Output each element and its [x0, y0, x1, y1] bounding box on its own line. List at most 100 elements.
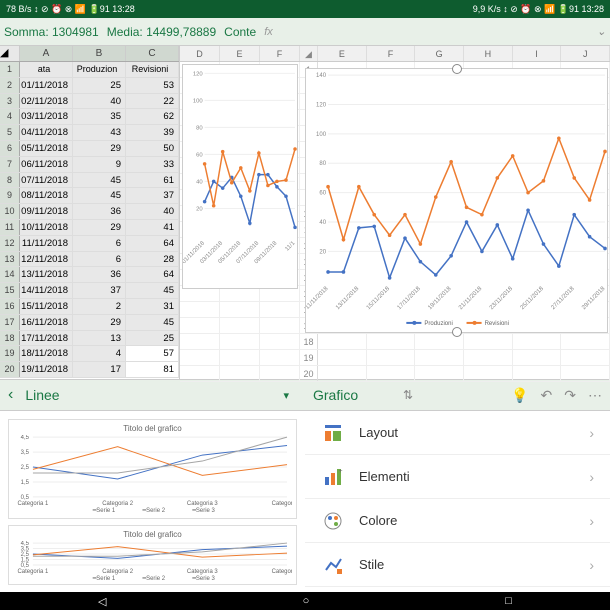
android-nav-bar: ◁ ○ □ [0, 592, 610, 610]
svg-text:21/11/2018: 21/11/2018 [458, 286, 484, 312]
table-row[interactable]: 605/11/20182950 [0, 141, 179, 157]
svg-text:25/11/2018: 25/11/2018 [520, 286, 546, 312]
table-row[interactable]: 1817/11/20181325 [0, 331, 179, 347]
redo-icon[interactable]: ↷ [564, 387, 576, 404]
option-color[interactable]: Colore › [305, 499, 610, 543]
chart-preview-1[interactable]: Titolo del grafico 0,51,52,53,54,5Catego… [8, 419, 297, 519]
svg-text:20: 20 [319, 249, 326, 255]
layout-icon [321, 421, 345, 445]
workspace: ◢ A B C 1ataProduzionRevisioni201/11/201… [0, 46, 610, 379]
status-left: 78 B/s ↕ ⊘ ⏰ ⊗ 📶 🔋91 13:28 [6, 4, 135, 15]
count-value[interactable]: Conte [224, 25, 256, 39]
large-chart[interactable]: 2040608010012014011/11/201813/11/201815/… [305, 68, 608, 333]
chevron-right-icon: › [589, 513, 594, 529]
svg-text:4,5: 4,5 [21, 541, 30, 547]
col-header[interactable]: A [20, 46, 73, 61]
table-row[interactable]: 1413/11/20183664 [0, 267, 179, 283]
table-row[interactable]: 302/11/20184022 [0, 94, 179, 110]
elements-icon: + [321, 465, 345, 489]
svg-text:━Serie 2: ━Serie 2 [142, 508, 166, 513]
palette-icon [321, 509, 345, 533]
select-all-corner[interactable]: ◢ [0, 46, 20, 61]
table-row[interactable]: 2019/11/20181781 [0, 362, 179, 378]
resize-handle-top[interactable] [452, 64, 462, 74]
svg-text:140: 140 [316, 73, 327, 79]
svg-text:11/11/2018: 11/11/2018 [306, 286, 330, 311]
svg-text:40: 40 [196, 179, 203, 185]
option-style[interactable]: Stile › [305, 543, 610, 587]
back-button[interactable]: ‹ [8, 386, 13, 404]
avg-value[interactable]: Media: 14499,78889 [107, 25, 216, 39]
mid-chart-area: D E F 2040608010012001/11/201803/11/2018… [180, 46, 300, 379]
expand-icon[interactable]: ⇅ [403, 388, 413, 402]
ribbon: ‹ Linee ▾ Grafico ⇅ 💡 ↶ ↷ ⋯ [0, 379, 610, 411]
chart-options: Layout › + Elementi › Colore › Stile › [305, 411, 610, 592]
svg-text:120: 120 [316, 102, 327, 108]
svg-text:100: 100 [316, 132, 327, 138]
svg-text:Categoria 2: Categoria 2 [102, 569, 134, 575]
status-bar: 78 B/s ↕ ⊘ ⏰ ⊗ 📶 🔋91 13:28 9,9 K/s ↕ ⊘ ⏰… [0, 0, 610, 18]
svg-text:Categoria 3: Categoria 3 [187, 569, 219, 575]
table-row[interactable]: 908/11/20184537 [0, 188, 179, 204]
svg-text:Categoria 2: Categoria 2 [102, 501, 134, 507]
svg-text:13/11/2018: 13/11/2018 [335, 286, 361, 312]
table-row[interactable]: 1918/11/2018457 [0, 346, 179, 362]
chevron-right-icon: › [589, 425, 594, 441]
dropdown-icon[interactable]: ▾ [283, 389, 289, 402]
right-chart-area: ◢ E F G H I J 12345678910111213141516171… [300, 46, 610, 379]
table-row[interactable]: 1514/11/20183745 [0, 283, 179, 299]
table-row[interactable]: 1009/11/20183640 [0, 204, 179, 220]
table-row[interactable]: 1716/11/20182945 [0, 315, 179, 331]
svg-text:100: 100 [193, 98, 204, 104]
table-row[interactable]: 504/11/20184339 [0, 125, 179, 141]
col-header[interactable]: C [126, 46, 179, 61]
svg-text:Categoria 4: Categoria 4 [272, 569, 292, 575]
more-icon[interactable]: ⋯ [588, 387, 602, 404]
chevron-down-icon[interactable]: ⌄ [597, 25, 606, 38]
table-row[interactable]: 1615/11/2018231 [0, 299, 179, 315]
option-layout[interactable]: Layout › [305, 411, 610, 455]
svg-text:2,5: 2,5 [21, 552, 30, 558]
svg-text:60: 60 [319, 191, 326, 197]
style-icon [321, 553, 345, 577]
table-row[interactable]: 1312/11/2018628 [0, 252, 179, 268]
svg-text:20: 20 [196, 206, 203, 212]
chevron-right-icon: › [589, 469, 594, 485]
bottom-panel: Titolo del grafico 0,51,52,53,54,5Catego… [0, 411, 610, 592]
svg-text:29/11/2018: 29/11/2018 [581, 286, 607, 312]
undo-icon[interactable]: ↶ [541, 387, 553, 404]
nav-recent[interactable]: □ [505, 595, 512, 607]
svg-text:27/11/2018: 27/11/2018 [550, 286, 576, 312]
table-row[interactable]: 403/11/20183562 [0, 109, 179, 125]
sum-value[interactable]: Somma: 1304981 [4, 25, 99, 39]
col-header[interactable]: B [73, 46, 126, 61]
table-row[interactable]: 706/11/2018933 [0, 157, 179, 173]
svg-text:4,5: 4,5 [21, 435, 30, 441]
small-chart[interactable]: 2040608010012001/11/201803/11/201805/11/… [182, 64, 298, 289]
option-elements[interactable]: + Elementi › [305, 455, 610, 499]
table-row[interactable]: 807/11/20184561 [0, 173, 179, 189]
formula-bar[interactable]: fx ⌄ [264, 25, 606, 38]
ribbon-section-lines[interactable]: Linee [25, 387, 283, 403]
table-row[interactable]: 1110/11/20182941 [0, 220, 179, 236]
svg-text:Categoria 3: Categoria 3 [187, 501, 219, 507]
nav-back[interactable]: ◁ [98, 595, 106, 608]
svg-text:Categoria 1: Categoria 1 [17, 501, 49, 507]
ribbon-section-chart[interactable]: Grafico [313, 387, 387, 403]
svg-text:Revisioni: Revisioni [485, 321, 509, 327]
table-row[interactable]: 1211/11/2018664 [0, 236, 179, 252]
svg-text:80: 80 [319, 161, 326, 167]
svg-text:1,5: 1,5 [21, 557, 30, 563]
svg-text:60: 60 [196, 152, 203, 158]
nav-home[interactable]: ○ [303, 595, 310, 607]
svg-text:━Serie 3: ━Serie 3 [191, 576, 215, 581]
resize-handle-bottom[interactable] [452, 327, 462, 337]
table-row[interactable]: 201/11/20182553 [0, 78, 179, 94]
chart-preview-2[interactable]: Titolo del grafico 0,51,52,53,54,5Catego… [8, 525, 297, 585]
lightbulb-icon[interactable]: 💡 [511, 387, 528, 404]
svg-text:3,5: 3,5 [21, 547, 30, 553]
summary-bar: Somma: 1304981 Media: 14499,78889 Conte … [0, 18, 610, 46]
svg-text:1,5: 1,5 [21, 480, 30, 486]
svg-text:15/11/2018: 15/11/2018 [366, 286, 392, 312]
data-grid[interactable]: ◢ A B C 1ataProduzionRevisioni201/11/201… [0, 46, 180, 379]
